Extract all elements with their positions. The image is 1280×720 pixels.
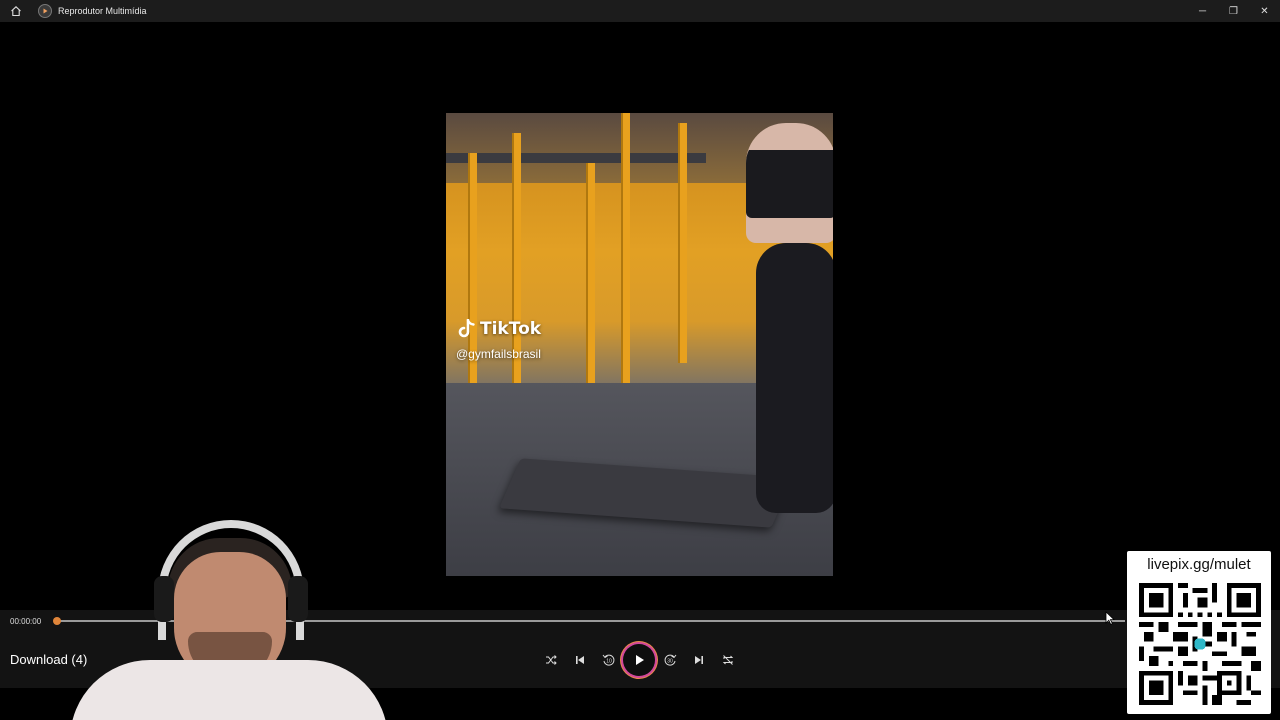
home-icon[interactable] xyxy=(8,3,24,19)
skip-back-button[interactable]: 10 xyxy=(594,646,623,675)
playback-controls: 10 30 xyxy=(536,644,742,676)
video-scene-rig xyxy=(446,153,706,163)
video-scene-beam xyxy=(468,153,477,403)
app-icon xyxy=(38,4,52,18)
current-time: 00:00:00 xyxy=(10,617,42,626)
headphone-cup-left xyxy=(154,576,174,622)
shuffle-button[interactable] xyxy=(536,646,565,675)
donation-url: livepix.gg/mulet xyxy=(1147,556,1251,573)
video-scene-beam xyxy=(512,133,521,413)
mouse-cursor-icon xyxy=(1105,611,1115,625)
tiktok-watermark: TikTok xyxy=(458,319,541,339)
previous-icon xyxy=(575,656,584,664)
close-button[interactable]: ✕ xyxy=(1249,0,1280,22)
tiktok-username: @gymfailsbrasil xyxy=(456,347,541,361)
donation-qr-panel: livepix.gg/mulet xyxy=(1127,551,1271,714)
tiktok-icon xyxy=(458,319,475,338)
streamer-shirt xyxy=(70,660,388,720)
skip-back-10-icon: 10 xyxy=(602,654,614,666)
next-icon xyxy=(694,656,703,664)
minimize-button[interactable]: ─ xyxy=(1187,0,1218,22)
video-scene-beam xyxy=(621,113,630,388)
svg-text:30: 30 xyxy=(667,659,673,665)
skip-forward-30-icon: 30 xyxy=(664,654,676,666)
repeat-button[interactable] xyxy=(713,646,742,675)
next-button[interactable] xyxy=(684,646,713,675)
title-bar: Reprodutor Multimídia ─ ❐ ✕ xyxy=(0,0,1280,22)
play-button[interactable] xyxy=(623,644,655,676)
repeat-off-icon xyxy=(722,655,733,665)
qr-code xyxy=(1139,583,1261,705)
svg-text:10: 10 xyxy=(606,659,612,665)
webcam-overlay xyxy=(70,520,388,720)
tiktok-brand: TikTok xyxy=(480,319,542,339)
video-scene-person-legs xyxy=(756,243,833,513)
window-title: Reprodutor Multimídia xyxy=(58,6,147,16)
skip-forward-button[interactable]: 30 xyxy=(655,646,684,675)
progress-thumb[interactable] xyxy=(53,617,61,625)
video-frame[interactable]: TikTok @gymfailsbrasil xyxy=(446,113,833,576)
restore-button[interactable]: ❐ xyxy=(1218,0,1249,22)
video-scene-beam xyxy=(678,123,687,363)
headphone-cup-right xyxy=(288,576,308,622)
video-scene-beam xyxy=(586,163,595,393)
play-icon xyxy=(636,655,644,665)
previous-button[interactable] xyxy=(565,646,594,675)
shuffle-icon xyxy=(545,655,557,665)
